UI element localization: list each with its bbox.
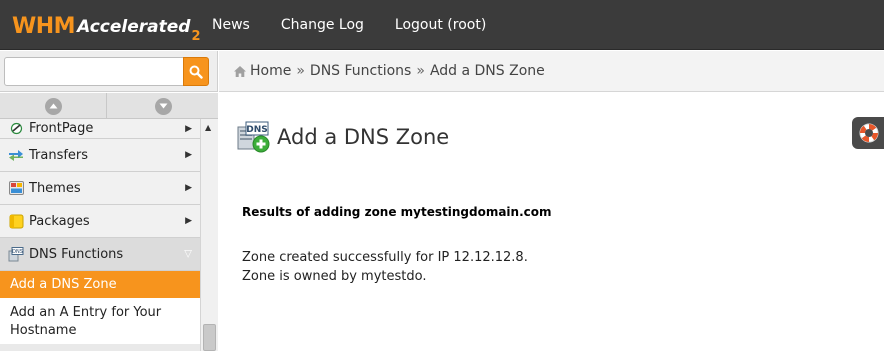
logo-main-text: WHM	[12, 14, 76, 39]
whm-logo[interactable]: WHM Accelerated 2	[12, 9, 201, 44]
sidebar-item-frontpage[interactable]: FrontPage ▶	[0, 119, 200, 139]
page-title: Add a DNS Zone	[277, 125, 450, 149]
sidebar-item-label: FrontPage	[29, 121, 94, 136]
sidebar-item-label: Themes	[29, 180, 81, 196]
sidebar: FrontPage ▶ Transfers ▶ Themes ▶ Package…	[0, 93, 218, 351]
chevron-up-icon	[44, 97, 62, 115]
top-bar: WHM Accelerated 2 News Change Log Logout…	[0, 0, 884, 50]
sidebar-subitem-add-a-entry[interactable]: Add an A Entry for Your Hostname	[0, 298, 200, 344]
themes-icon	[8, 180, 24, 196]
search-input[interactable]	[4, 57, 184, 86]
sidebar-scroll-down-button[interactable]	[108, 93, 218, 119]
collapse-arrow-icon: ▽	[184, 248, 192, 260]
search-button[interactable]	[183, 57, 209, 86]
lifebuoy-icon	[859, 123, 879, 143]
sidebar-item-label: Packages	[29, 213, 90, 229]
breadcrumb-separator: »	[296, 63, 305, 79]
svg-text:DNS: DNS	[12, 249, 23, 255]
dns-zone-icon-text: DNS	[246, 125, 268, 135]
sidebar-subitem-label: Add an A Entry for Your Hostname	[10, 305, 162, 338]
top-nav: News Change Log Logout (root)	[212, 0, 517, 50]
search-icon	[189, 65, 203, 79]
help-button[interactable]	[852, 117, 884, 149]
sidebar-item-themes[interactable]: Themes ▶	[0, 172, 200, 205]
logo-sub-text: Accelerated	[77, 17, 191, 37]
sidebar-item-dns-functions[interactable]: DNS DNS Functions ▽	[0, 238, 200, 271]
breadcrumb-home-link[interactable]: Home	[233, 63, 291, 79]
breadcrumb-current: Add a DNS Zone	[429, 63, 545, 79]
frontpage-icon	[8, 120, 24, 136]
sidebar-item-transfers[interactable]: Transfers ▶	[0, 139, 200, 172]
nav-news-link[interactable]: News	[212, 17, 250, 33]
sidebar-item-label: DNS Functions	[29, 246, 124, 262]
sidebar-item-label: Transfers	[29, 147, 89, 163]
logo-version: 2	[191, 29, 201, 44]
sidebar-scroll-controls	[0, 93, 218, 119]
breadcrumb: Home » DNS Functions » Add a DNS Zone	[219, 51, 884, 92]
sidebar-scroll-up-button[interactable]	[0, 93, 107, 119]
page-header: DNS Add a DNS Zone	[237, 121, 449, 153]
scrollbar-thumb[interactable]	[203, 324, 216, 351]
expand-arrow-icon: ▶	[185, 183, 192, 193]
expand-arrow-icon: ▶	[185, 216, 192, 226]
chevron-down-icon	[154, 97, 172, 115]
sidebar-subitem-add-dns-zone[interactable]: Add a DNS Zone	[0, 271, 200, 298]
sidebar-item-packages[interactable]: Packages ▶	[0, 205, 200, 238]
transfers-icon	[8, 147, 24, 163]
nav-changelog-link[interactable]: Change Log	[281, 17, 364, 33]
dns-icon: DNS	[8, 246, 24, 262]
breadcrumb-section-link[interactable]: DNS Functions	[310, 63, 411, 79]
packages-icon	[8, 213, 24, 229]
result-heading: Results of adding zone mytestingdomain.c…	[242, 205, 552, 219]
sidebar-menu: FrontPage ▶ Transfers ▶ Themes ▶ Package…	[0, 119, 200, 344]
breadcrumb-separator: »	[416, 63, 425, 79]
sidebar-subitem-label: Add a DNS Zone	[10, 277, 117, 292]
expand-arrow-icon: ▶	[185, 150, 192, 160]
result-line: Zone is owned by mytestdo.	[242, 269, 427, 284]
home-icon	[234, 65, 246, 77]
dns-zone-icon: DNS	[237, 121, 270, 153]
expand-arrow-icon: ▶	[185, 123, 192, 134]
main-content: DNS Add a DNS Zone Results of adding zon…	[219, 93, 884, 351]
sidebar-scrollbar[interactable]: ▲	[200, 119, 218, 351]
search-bar	[0, 51, 218, 92]
nav-logout-link[interactable]: Logout (root)	[395, 17, 486, 33]
result-line: Zone created successfully for IP 12.12.1…	[242, 250, 528, 265]
scrollbar-up-arrow-icon[interactable]: ▲	[205, 123, 211, 132]
breadcrumb-home-label: Home	[250, 63, 292, 79]
